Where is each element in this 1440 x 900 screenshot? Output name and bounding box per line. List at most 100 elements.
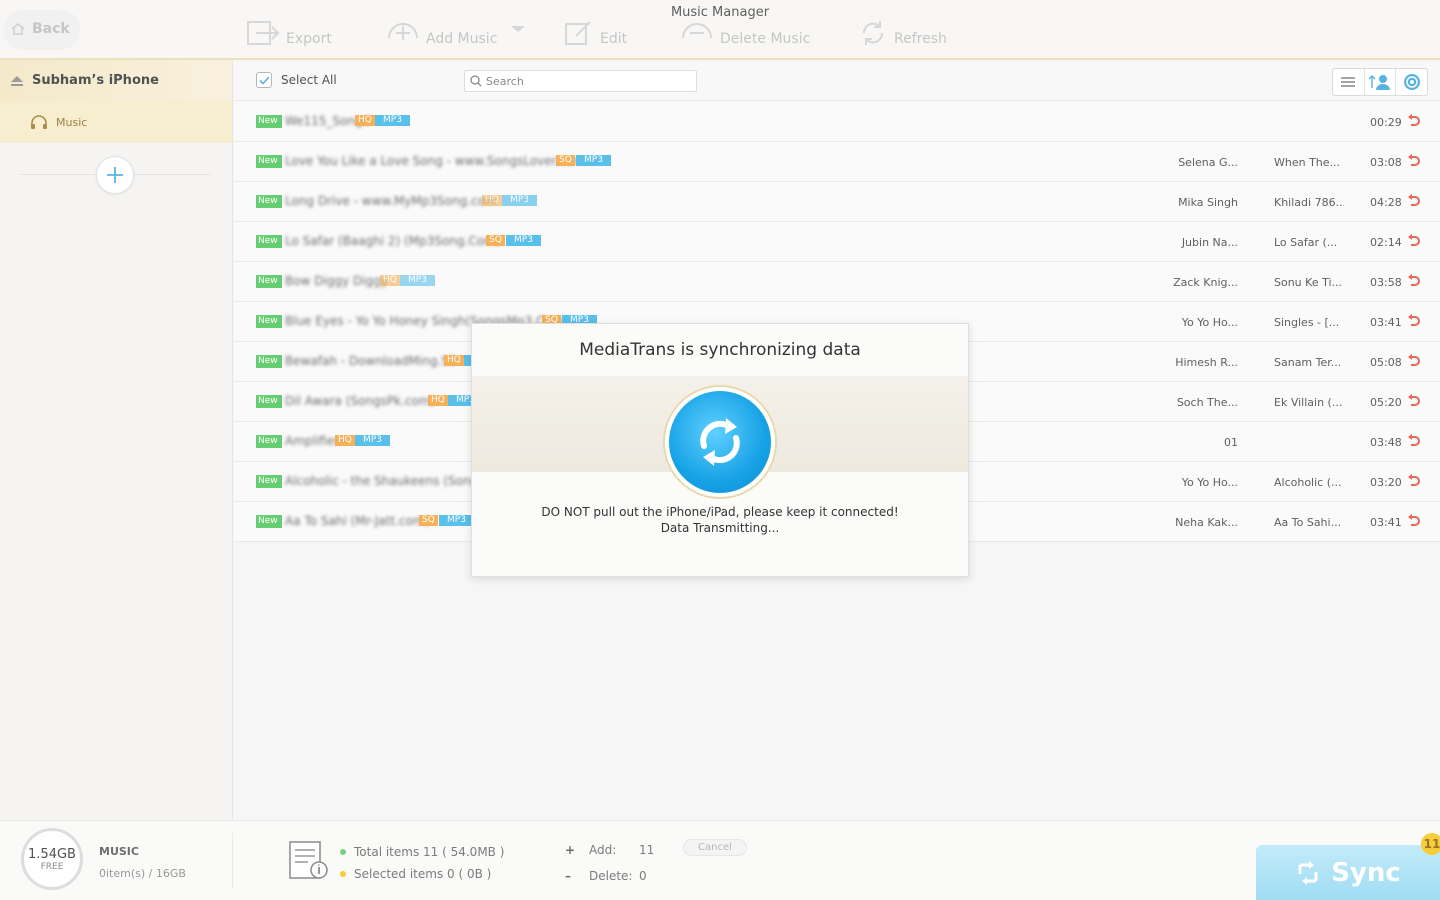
- song-title: Love You Like a Love Song - www.SongsLov…: [285, 154, 585, 168]
- sidebar-item-label: Music: [56, 115, 88, 129]
- song-title: Lo Safar (Baaghi 2) (Mp3Song.Com): [285, 234, 501, 248]
- add-label: Add:: [589, 843, 617, 857]
- artist-view-button[interactable]: [1365, 69, 1397, 95]
- select-all-label: Select All: [281, 73, 337, 87]
- table-row[interactable]: New Love You Like a Love Song - www.Song…: [234, 142, 1440, 182]
- sync-label: Sync: [1331, 858, 1401, 888]
- undo-icon[interactable]: [1406, 394, 1420, 408]
- list-header: Select All: [234, 62, 1440, 101]
- add-music-button[interactable]: Add Music: [386, 18, 535, 48]
- song-artist: 01: [1224, 436, 1238, 449]
- cancel-button[interactable]: Cancel: [683, 839, 747, 856]
- format-badge: MP3: [355, 435, 390, 446]
- delete-value: 0: [639, 869, 647, 883]
- undo-icon[interactable]: [1406, 194, 1420, 208]
- check-icon: [258, 75, 270, 85]
- eject-icon[interactable]: [10, 75, 24, 87]
- song-artist: Zack Knig...: [1173, 276, 1238, 289]
- song-title: Dil Awara (SongsPk.com): [285, 394, 436, 408]
- back-label: Back: [32, 21, 70, 37]
- storage-gauge: 1.54GB FREE: [21, 828, 83, 890]
- sidebar: Subham’s iPhone Music: [0, 60, 233, 820]
- plus-icon: +: [565, 843, 576, 857]
- new-badge: New: [256, 515, 282, 528]
- song-artist: Jubin Na...: [1181, 236, 1238, 249]
- quality-badge: HQ: [355, 115, 375, 126]
- song-duration: 05:08: [1370, 356, 1402, 369]
- table-row[interactable]: New Long Drive - www.MyMp3Song.com HQ MP…: [234, 182, 1440, 222]
- artist-view-icon: [1369, 75, 1390, 90]
- select-all-control[interactable]: Select All: [256, 72, 337, 88]
- song-artist: Selena G...: [1178, 156, 1238, 169]
- refresh-label: Refresh: [894, 31, 947, 47]
- undo-icon[interactable]: [1406, 154, 1420, 168]
- album-view-button[interactable]: [1396, 69, 1427, 95]
- table-row[interactable]: New Lo Safar (Baaghi 2) (Mp3Song.Com) SQ…: [234, 222, 1440, 262]
- add-category-button[interactable]: [96, 156, 134, 194]
- device-header[interactable]: Subham’s iPhone: [0, 60, 232, 101]
- delete-music-icon: [682, 23, 712, 39]
- undo-icon[interactable]: [1406, 514, 1420, 528]
- undo-icon[interactable]: [1406, 274, 1420, 288]
- song-title: Bewafah - DownloadMing.SE: [285, 354, 457, 368]
- export-label: Export: [286, 31, 332, 47]
- status-bar: 1.54GB FREE MUSIC 0item(s) / 16GB Total …: [0, 820, 1440, 900]
- quality-badge: SQ: [486, 235, 505, 246]
- undo-icon[interactable]: [1406, 314, 1420, 328]
- table-row[interactable]: New We115_SongC HQ MP3 00:29: [234, 102, 1440, 142]
- new-badge: New: [256, 155, 282, 168]
- song-duration: 00:29: [1370, 116, 1402, 129]
- storage-free-value: 1.54GB: [28, 846, 76, 862]
- undo-icon[interactable]: [1406, 114, 1420, 128]
- disc-icon: [1403, 74, 1420, 90]
- refresh-icon: [862, 21, 884, 45]
- new-badge: New: [256, 275, 282, 288]
- add-count: + Add: 11: [565, 843, 654, 857]
- song-duration: 03:41: [1370, 516, 1402, 529]
- total-items-text: Total items 11 ( 54.0MB ): [354, 845, 505, 859]
- total-items-stat: Total items 11 ( 54.0MB ): [340, 845, 504, 859]
- search-icon: [470, 75, 482, 87]
- back-button[interactable]: Back: [4, 10, 80, 48]
- top-toolbar: Music Manager Back Export Add Music Edit…: [0, 0, 1440, 60]
- select-all-checkbox[interactable]: [256, 72, 272, 88]
- headphones-icon: [31, 115, 47, 129]
- sync-button[interactable]: Sync: [1256, 845, 1440, 900]
- dialog-warning-text: DO NOT pull out the iPhone/iPad, please …: [541, 505, 899, 519]
- edit-button[interactable]: Edit: [564, 18, 627, 48]
- view-switcher: [1332, 68, 1428, 96]
- delete-music-button[interactable]: Delete Music: [680, 18, 810, 48]
- sidebar-item-music[interactable]: Music: [0, 101, 232, 143]
- table-row[interactable]: New Bow Diggy Diggy HQ MP3 Zack Knig... …: [234, 262, 1440, 302]
- quality-badge: SQ: [556, 155, 575, 166]
- song-album: Singles - [...: [1274, 316, 1340, 329]
- refresh-button[interactable]: Refresh: [858, 18, 947, 48]
- sync-spinner: [669, 391, 771, 493]
- export-button[interactable]: Export: [246, 18, 332, 48]
- song-album: Lo Safar (...: [1274, 236, 1338, 249]
- quality-badge: HQ: [482, 195, 502, 206]
- chevron-down-icon[interactable]: [507, 20, 529, 40]
- undo-icon[interactable]: [1406, 434, 1420, 448]
- sync-count-badge: 11: [1421, 833, 1440, 855]
- sync-progress-dialog: MediaTrans is synchronizing data DO NOT …: [471, 323, 969, 577]
- song-duration: 03:48: [1370, 436, 1402, 449]
- new-badge: New: [256, 195, 282, 208]
- edit-icon: [565, 21, 591, 45]
- undo-icon[interactable]: [1406, 474, 1420, 488]
- song-artist: Yo Yo Ho...: [1181, 316, 1238, 329]
- song-artist: Himesh R...: [1175, 356, 1238, 369]
- song-duration: 04:28: [1370, 196, 1402, 209]
- undo-icon[interactable]: [1406, 354, 1420, 368]
- undo-icon[interactable]: [1406, 234, 1420, 248]
- format-badge: MP3: [506, 235, 541, 246]
- format-badge: MP3: [502, 195, 537, 206]
- list-view-button[interactable]: [1333, 69, 1365, 95]
- song-title: Bow Diggy Diggy: [285, 274, 388, 288]
- search-box[interactable]: [464, 70, 697, 92]
- search-input[interactable]: [486, 74, 686, 88]
- song-duration: 03:20: [1370, 476, 1402, 489]
- new-badge: New: [256, 235, 282, 248]
- delete-label: Delete:: [589, 869, 633, 883]
- song-artist: Soch The...: [1176, 396, 1238, 409]
